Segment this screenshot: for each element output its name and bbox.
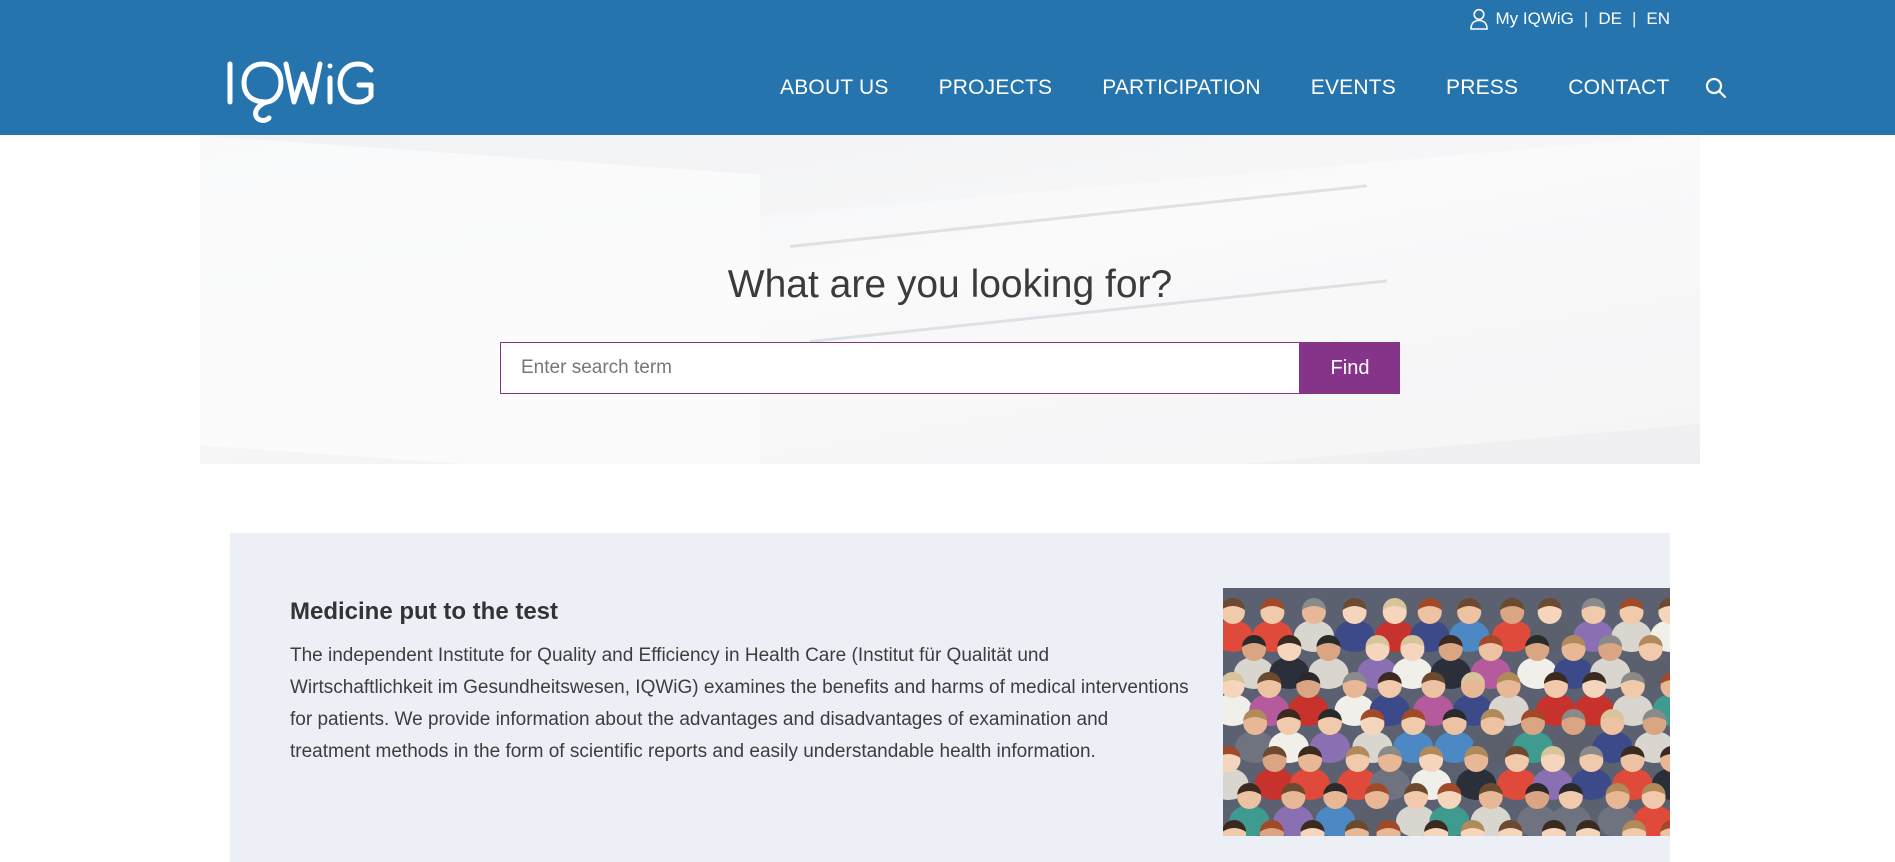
nav-contact[interactable]: CONTACT	[1568, 76, 1669, 100]
search-heading: What are you looking for?	[727, 263, 1173, 306]
search-form: Find	[500, 342, 1400, 394]
search-input[interactable]	[500, 342, 1300, 394]
utility-separator: |	[1631, 9, 1637, 28]
language-de-link[interactable]: DE	[1598, 9, 1622, 29]
nav-projects[interactable]: PROJECTS	[939, 76, 1053, 100]
team-photo	[1223, 588, 1670, 836]
utility-separator: |	[1583, 9, 1589, 28]
search-hero: What are you looking for? Find	[200, 135, 1700, 464]
intro-text: The independent Institute for Quality an…	[290, 645, 1189, 762]
utility-bar: My IQWiG | DE | EN	[1469, 8, 1670, 30]
intro-heading: Medicine put to the test	[290, 598, 559, 625]
nav-press[interactable]: PRESS	[1446, 76, 1518, 100]
iqwig-logo[interactable]	[226, 58, 376, 126]
my-iqwig-link[interactable]: My IQWiG	[1496, 9, 1574, 29]
nav-participation[interactable]: PARTICIPATION	[1102, 76, 1261, 100]
search-icon[interactable]	[1704, 76, 1728, 100]
main-nav: ABOUT US PROJECTS PARTICIPATION EVENTS P…	[780, 76, 1728, 100]
intro-section: Medicine put to the test The independent…	[230, 533, 1670, 862]
nav-events[interactable]: EVENTS	[1311, 76, 1396, 100]
find-button[interactable]: Find	[1300, 342, 1400, 394]
site-header: My IQWiG | DE | EN ABOUT US PROJECTS PAR…	[0, 0, 1895, 135]
language-en-link[interactable]: EN	[1646, 9, 1670, 29]
user-icon[interactable]	[1469, 8, 1489, 30]
nav-about-us[interactable]: ABOUT US	[780, 76, 889, 100]
